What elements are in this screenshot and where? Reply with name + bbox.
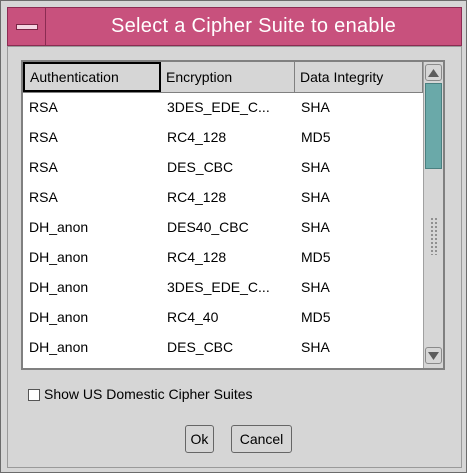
cell-encryption: RC4_128	[167, 249, 227, 265]
cell-authentication: RSA	[29, 129, 58, 145]
table-row[interactable]: RSA RC4_128 MD5	[23, 122, 423, 152]
cancel-button[interactable]: Cancel	[231, 425, 292, 453]
cell-authentication: DH_anon	[29, 249, 89, 265]
cell-encryption: DES40_CBC	[167, 219, 249, 235]
dialog-title: Select a Cipher Suite to enable	[110, 15, 397, 37]
cell-data-integrity: MD5	[301, 309, 331, 325]
column-header-encryption[interactable]: Encryption	[161, 62, 295, 92]
cell-authentication: DH_anon	[29, 279, 89, 295]
cell-data-integrity: MD5	[301, 249, 331, 265]
show-domestic-label[interactable]: Show US Domestic Cipher Suites	[44, 386, 253, 402]
cell-authentication: DH_anon	[29, 309, 89, 325]
cell-authentication: RSA	[29, 189, 58, 205]
cell-encryption: RC4_128	[167, 129, 227, 145]
vertical-scrollbar[interactable]	[423, 62, 443, 368]
title-bar[interactable]: Select a Cipher Suite to enable	[7, 7, 462, 46]
cell-encryption: 3DES_EDE_C...	[167, 99, 270, 115]
cell-data-integrity: SHA	[301, 189, 330, 205]
table-row[interactable]: DH_anon DES40_CBC SHA	[23, 212, 423, 242]
table-row[interactable]: RSA DES_CBC SHA	[23, 152, 423, 182]
cell-data-integrity: SHA	[301, 279, 330, 295]
arrow-up-icon	[428, 68, 439, 77]
cell-authentication: RSA	[29, 159, 58, 175]
cell-encryption: 3DES_EDE_C...	[167, 279, 270, 295]
scroll-grip-icon	[430, 217, 438, 255]
cell-data-integrity: SHA	[301, 99, 330, 115]
table-row[interactable]: DH_anon RC4_128 MD5	[23, 242, 423, 272]
cell-data-integrity: SHA	[301, 159, 330, 175]
cipher-suite-table: Authentication Encryption Data Integrity…	[21, 60, 445, 370]
arrow-down-icon	[428, 351, 439, 360]
cell-encryption: DES_CBC	[167, 159, 234, 175]
minus-icon	[15, 23, 38, 30]
window-menu-button[interactable]	[8, 8, 46, 45]
column-header-data-integrity[interactable]: Data Integrity	[295, 62, 423, 92]
scroll-thumb[interactable]	[425, 83, 442, 169]
cell-encryption: RC4_128	[167, 189, 227, 205]
table-header: Authentication Encryption Data Integrity	[23, 62, 423, 93]
column-header-authentication[interactable]: Authentication	[23, 62, 161, 92]
table-row[interactable]: RSA 3DES_EDE_C... SHA	[23, 92, 423, 122]
table-row[interactable]: DH_anon 3DES_EDE_C... SHA	[23, 272, 423, 302]
show-domestic-checkbox[interactable]	[28, 389, 40, 401]
cell-authentication: DH_anon	[29, 339, 89, 355]
ok-button[interactable]: Ok	[185, 425, 214, 453]
cell-authentication: DH_anon	[29, 219, 89, 235]
cell-encryption: DES_CBC	[167, 339, 234, 355]
cell-data-integrity: SHA	[301, 219, 330, 235]
cell-data-integrity: MD5	[301, 129, 331, 145]
scroll-up-button[interactable]	[425, 64, 442, 81]
table-row[interactable]: DH_anon RC4_40 MD5	[23, 302, 423, 332]
scroll-down-button[interactable]	[425, 347, 442, 364]
table-row[interactable]: RSA RC4_128 SHA	[23, 182, 423, 212]
cell-authentication: RSA	[29, 99, 58, 115]
table-row[interactable]: DH_anon DES_CBC SHA	[23, 332, 423, 362]
cell-data-integrity: SHA	[301, 339, 330, 355]
cell-encryption: RC4_40	[167, 309, 219, 325]
